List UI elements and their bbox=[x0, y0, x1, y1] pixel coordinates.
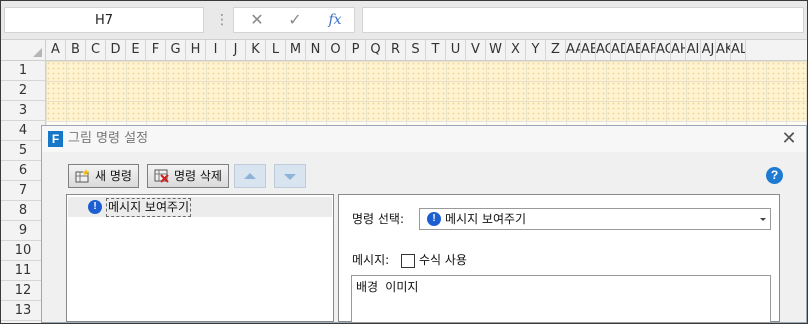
close-icon[interactable]: ✕ bbox=[780, 128, 798, 150]
message-label: 메시지: bbox=[352, 253, 390, 267]
column-header-cell[interactable]: P bbox=[346, 40, 366, 60]
command-item-label: 메시지 보여주기 bbox=[106, 198, 192, 217]
picture-command-dialog: F 그림 명령 설정 ✕ 새 명령 명령 삭제 ? ! 메시지 보여주기 명령 … bbox=[41, 125, 807, 323]
command-list[interactable]: ! 메시지 보여주기 bbox=[66, 194, 334, 322]
arrow-up-icon bbox=[244, 173, 256, 179]
column-header-cell[interactable]: AB bbox=[581, 40, 596, 60]
column-header-cell[interactable]: H bbox=[186, 40, 206, 60]
column-header-cell[interactable]: AI bbox=[686, 40, 701, 60]
row-header-cell[interactable]: 11 bbox=[1, 261, 45, 281]
column-header-cell[interactable]: I bbox=[206, 40, 226, 60]
column-header-cell[interactable]: AE bbox=[626, 40, 641, 60]
new-command-icon bbox=[75, 169, 90, 183]
chevron-down-icon bbox=[760, 218, 766, 221]
column-header-cell[interactable]: AG bbox=[656, 40, 671, 60]
row-header-cell[interactable]: 7 bbox=[1, 181, 45, 201]
column-header-cell[interactable]: AA bbox=[566, 40, 581, 60]
column-header-cell[interactable]: B bbox=[66, 40, 86, 60]
message-text: 배경 이미지 bbox=[356, 280, 419, 294]
row-header-cell[interactable]: 13 bbox=[1, 301, 45, 321]
column-header-cell[interactable]: AK bbox=[716, 40, 731, 60]
row-header-cell[interactable]: 4 bbox=[1, 121, 45, 141]
row-header-cell[interactable]: 5 bbox=[1, 141, 45, 161]
row-header-cell[interactable]: 2 bbox=[1, 81, 45, 101]
spreadsheet-window: H7 ⋮ ✕ ✓ fx ABCDEFGHIJKLMNOPQRSTUVWXYZAA… bbox=[0, 0, 808, 324]
info-icon: ! bbox=[88, 200, 102, 214]
formula-bar: H7 ⋮ ✕ ✓ fx bbox=[1, 1, 807, 39]
column-header-cell[interactable]: D bbox=[106, 40, 126, 60]
arrow-down-icon bbox=[284, 174, 296, 180]
new-command-label: 새 명령 bbox=[95, 169, 132, 183]
cancel-icon[interactable]: ✕ bbox=[246, 10, 268, 30]
app-logo-icon: F bbox=[48, 131, 63, 147]
insert-function-button[interactable]: fx bbox=[324, 10, 346, 30]
column-header-cell[interactable]: V bbox=[466, 40, 486, 60]
use-formula-checkbox[interactable] bbox=[401, 254, 415, 268]
delete-command-label: 명령 삭제 bbox=[174, 169, 222, 183]
column-header-cell[interactable]: X bbox=[506, 40, 526, 60]
column-header-cell[interactable]: AH bbox=[671, 40, 686, 60]
list-item[interactable]: ! 메시지 보여주기 bbox=[68, 197, 332, 217]
column-header-cell[interactable]: AF bbox=[641, 40, 656, 60]
column-header-cell[interactable]: G bbox=[166, 40, 186, 60]
column-header-cell[interactable]: AD bbox=[611, 40, 626, 60]
column-header-cell[interactable]: C bbox=[86, 40, 106, 60]
column-header-cell[interactable]: O bbox=[326, 40, 346, 60]
row-header-cell[interactable]: 3 bbox=[1, 101, 45, 121]
highlighted-cells[interactable] bbox=[46, 61, 807, 121]
new-command-button[interactable]: 새 명령 bbox=[68, 164, 139, 188]
column-header-cell[interactable]: AL bbox=[731, 40, 746, 60]
command-select[interactable]: ! 메시지 보여주기 bbox=[419, 208, 771, 230]
name-box[interactable]: H7 bbox=[4, 7, 204, 33]
row-header-cell[interactable]: 1 bbox=[1, 61, 45, 81]
column-header-cell[interactable]: W bbox=[486, 40, 506, 60]
select-all-corner[interactable] bbox=[1, 40, 46, 60]
command-select-label: 명령 선택: bbox=[352, 212, 405, 226]
column-header-cell[interactable]: Y bbox=[526, 40, 546, 60]
info-icon: ! bbox=[427, 212, 441, 226]
delete-command-icon bbox=[154, 169, 169, 183]
formula-input[interactable] bbox=[362, 7, 804, 33]
column-header-cell[interactable]: AC bbox=[596, 40, 611, 60]
dialog-title: 그림 명령 설정 bbox=[68, 131, 149, 146]
move-down-button[interactable] bbox=[274, 164, 306, 188]
column-header-cell[interactable]: J bbox=[226, 40, 246, 60]
column-header-cell[interactable]: T bbox=[426, 40, 446, 60]
column-header-cell[interactable]: U bbox=[446, 40, 466, 60]
help-icon[interactable]: ? bbox=[766, 167, 783, 184]
column-header-cell[interactable]: A bbox=[46, 40, 66, 60]
column-header-cell[interactable]: N bbox=[306, 40, 326, 60]
use-formula-label: 수식 사용 bbox=[419, 253, 467, 267]
column-header-cell[interactable]: AJ bbox=[701, 40, 716, 60]
row-header-cell[interactable]: 12 bbox=[1, 281, 45, 301]
column-header-cell[interactable]: F bbox=[146, 40, 166, 60]
command-properties: 명령 선택: ! 메시지 보여주기 메시지: 수식 사용 배경 이미지 bbox=[338, 194, 780, 323]
select-all-icon bbox=[33, 48, 42, 57]
column-header-cell[interactable]: Z bbox=[546, 40, 566, 60]
row-header: 1 2 3 4 5 6 7 8 9 10 11 12 13 bbox=[1, 61, 46, 323]
column-header-cell[interactable]: K bbox=[246, 40, 266, 60]
column-header-cell[interactable]: M bbox=[286, 40, 306, 60]
command-select-value: 메시지 보여주기 bbox=[445, 212, 527, 226]
column-header: ABCDEFGHIJKLMNOPQRSTUVWXYZAAABACADAEAFAG… bbox=[1, 39, 807, 61]
column-header-cell[interactable]: S bbox=[406, 40, 426, 60]
row-header-cell[interactable]: 9 bbox=[1, 221, 45, 241]
vertical-dots-icon[interactable]: ⋮ bbox=[215, 11, 229, 29]
row-header-cell[interactable]: 8 bbox=[1, 201, 45, 221]
column-header-cell[interactable]: Q bbox=[366, 40, 386, 60]
column-header-cell[interactable]: L bbox=[266, 40, 286, 60]
column-header-cell[interactable]: E bbox=[126, 40, 146, 60]
column-header-cell[interactable]: R bbox=[386, 40, 406, 60]
delete-command-button[interactable]: 명령 삭제 bbox=[147, 164, 229, 188]
formula-buttons: ✕ ✓ fx bbox=[233, 7, 355, 33]
row-header-cell[interactable]: 6 bbox=[1, 161, 45, 181]
row-header-cell[interactable]: 10 bbox=[1, 241, 45, 261]
dialog-titlebar: F 그림 명령 설정 ✕ bbox=[42, 126, 806, 152]
confirm-icon[interactable]: ✓ bbox=[284, 10, 306, 30]
message-textarea[interactable]: 배경 이미지 bbox=[351, 275, 771, 323]
move-up-button[interactable] bbox=[234, 164, 266, 188]
